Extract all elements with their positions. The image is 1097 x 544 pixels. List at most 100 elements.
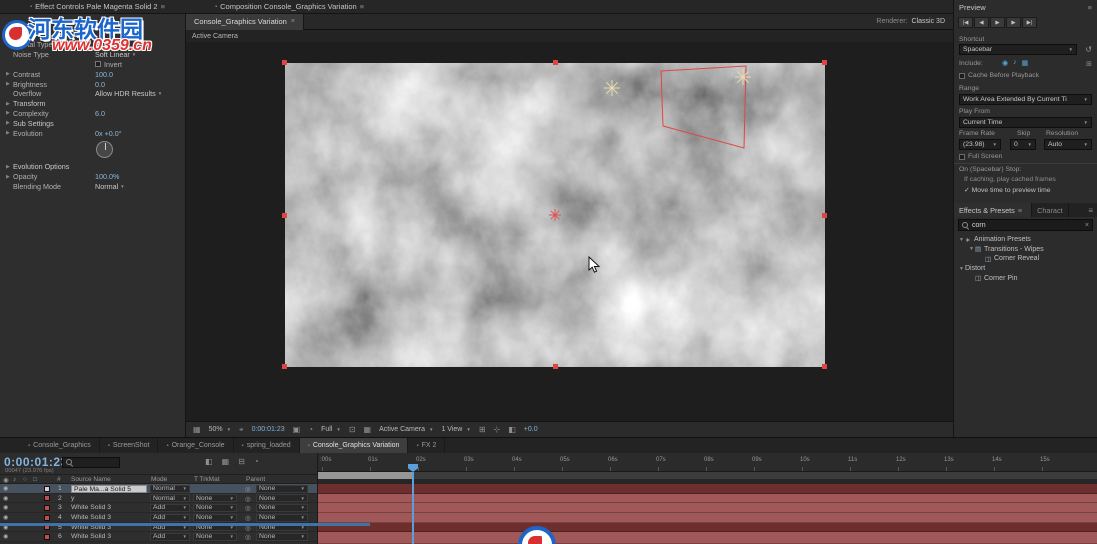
parent-pickwhip-icon[interactable]: ◎ [245,533,251,541]
invert-checkbox[interactable] [95,61,101,67]
turbulent-noise-layer[interactable] [285,63,825,367]
solo-column-icon[interactable]: ○ [23,476,27,483]
composition-viewer[interactable]: Active Camera [186,30,953,421]
current-timecode[interactable]: 0:00:01:23 [4,455,68,469]
twirl-icon[interactable]: ▶ [6,81,13,87]
layer-color-swatch[interactable] [44,505,50,511]
layer-handle-bottom-left[interactable] [282,364,287,369]
composition-panel-tab[interactable]: ▪ Composition Console_Graphics Variation… [215,2,364,11]
effect-property-row[interactable]: Fractal TypeBasic▼ [0,40,185,50]
grid-options-icon[interactable]: ▦ [193,425,201,434]
layer-name[interactable]: y [71,495,147,502]
panel-menu-icon[interactable]: ≡ [1018,206,1026,215]
preset-tree-item[interactable]: ▼▤Transitions - Wipes [954,245,1097,255]
layer-parent-dropdown[interactable]: None▼ [256,514,308,522]
draft-3d-icon[interactable]: ▦ [222,457,230,466]
transparency-grid-icon[interactable]: ▦ [364,425,372,434]
layer-parent-dropdown[interactable]: None▼ [256,504,308,512]
layer-parent-dropdown[interactable]: None▼ [256,533,308,541]
property-value[interactable]: Allow HDR Results [95,89,156,98]
hide-shy-layers-icon[interactable]: ⊟ [238,457,245,466]
twirl-icon[interactable]: ▶ [6,71,13,77]
lock-column-icon[interactable]: □ [33,476,37,483]
property-value[interactable]: 6.0 [95,109,105,118]
horizontal-scrollbar[interactable] [0,523,370,526]
timeline-layer-bar[interactable] [318,494,1097,504]
effects-search-input[interactable] [972,222,1076,229]
layer-row[interactable]: ◉4White Solid 3Add▼None▼◎None▼ [0,513,317,523]
full-screen-checkbox[interactable]: Full Screen [959,153,1002,160]
twirl-icon[interactable]: ▶ [6,164,13,170]
panel-menu-icon[interactable]: ≡ [1088,3,1092,12]
play-from-dropdown[interactable]: Current Time ▼ [959,117,1092,128]
layer-mode-dropdown[interactable]: Normal▼ [150,494,190,502]
eye-icon[interactable]: ◉ [3,533,8,540]
effect-property-row[interactable]: ▶Evolution Options [0,162,185,172]
layer-name[interactable]: Pale Ma...a Solid 5 [71,485,147,493]
video-column-eye-icon[interactable]: ◉ [3,476,9,484]
close-icon[interactable]: × [291,18,295,25]
renderer-control[interactable]: Renderer: Classic 3D [876,18,953,25]
layer-parent-dropdown[interactable]: None▼ [256,485,308,493]
panel-menu-icon[interactable]: ≡ [161,2,165,11]
layer-handle-top-left[interactable] [282,60,287,65]
property-value[interactable]: 100.0 [95,70,113,79]
layer-color-swatch[interactable] [44,495,50,501]
timeline-layer-bar[interactable] [318,484,1097,494]
property-value[interactable]: 100.0% [95,172,119,181]
effect-property-row[interactable]: ▶Opacity100.0% [0,172,185,182]
clear-search-icon[interactable]: × [1085,222,1089,229]
timeline-layer-bar[interactable] [318,532,1097,544]
twirl-icon[interactable]: ▼ [958,237,965,243]
layer-name[interactable]: White Solid 3 [71,504,147,511]
twirl-icon[interactable]: ▶ [6,120,13,126]
fast-previews-icon[interactable]: ⊹ [494,425,501,434]
twirl-icon[interactable]: ▶ [6,110,13,116]
prev-frame-button[interactable]: ◀ [974,17,989,28]
evolution-dial[interactable] [96,141,113,158]
timeline-search-box[interactable] [62,457,120,468]
eye-icon[interactable]: ◉ [3,495,8,502]
frame-blend-icon[interactable]: ◔ [254,457,259,466]
view-layout-dropdown[interactable]: 1 View ▼ [441,426,470,433]
frame-rate-dropdown[interactable]: (23.98) ▼ [959,139,1001,150]
work-area-bar[interactable] [318,472,1097,479]
layer-parent-dropdown[interactable]: None▼ [256,494,308,502]
panel-menu-icon[interactable]: ≡ [360,2,364,11]
layer-name[interactable]: White Solid 3 [71,533,147,540]
layer-row[interactable]: ◉6White Solid 3Add▼None▼◎None▼ [0,532,317,542]
timeline-layer-bar[interactable] [318,523,1097,533]
layer-color-swatch[interactable] [44,515,50,521]
layer-handle-bottom-right[interactable] [822,364,827,369]
comp-tab-screenshot[interactable]: ▪ScreenShot [100,438,159,454]
property-value[interactable]: Basic [95,40,113,49]
magnification-dropdown[interactable]: 50% ▼ [209,426,231,433]
effect-property-row[interactable]: ▶Brightness0.0 [0,79,185,89]
twirl-icon[interactable]: ▶ [6,174,13,180]
timeline-layer-bar[interactable] [318,513,1097,523]
twirl-icon[interactable]: ▶ [6,130,13,136]
effect-property-row[interactable]: ▶Evolution0x +0.0° [0,128,185,138]
play-button[interactable]: ▶ [990,17,1005,28]
exposure-value[interactable]: +0.0 [524,426,538,433]
last-frame-button[interactable]: ▶| [1022,17,1037,28]
resolution-dropdown[interactable]: Full ▼ [321,426,341,433]
property-value[interactable]: 0.0 [95,80,105,89]
timeline-layer-bar[interactable] [318,503,1097,513]
layer-mode-dropdown[interactable]: Normal▼ [150,485,190,493]
effect-controls-panel-tab[interactable]: ▪ Effect Controls Pale Magenta Solid 2 ≡ [30,2,165,11]
layer-handle-mid-right[interactable] [822,213,827,218]
parent-pickwhip-icon[interactable]: ◎ [245,514,251,522]
time-ruler[interactable]: :00s01s02s03s04s05s06s07s08s09s10s11s12s… [318,453,1097,472]
layer-color-swatch[interactable] [44,534,50,540]
panel-menu-icon[interactable]: ≡ [1088,206,1097,215]
eye-icon[interactable]: ◉ [3,514,8,521]
property-value[interactable]: Normal [95,182,118,191]
include-overlays-icon[interactable]: ▦ [1022,59,1029,67]
preset-tree-item[interactable]: ◫Corner Pin [954,273,1097,283]
effects-presets-panel-tab[interactable]: Effects & Presets ≡ [954,203,1032,217]
region-of-interest-icon[interactable]: ⊡ [349,425,356,434]
current-time-indicator[interactable] [412,472,414,544]
effect-property-row[interactable]: Blending ModeNormal▼ [0,182,185,192]
mini-flowchart-icon[interactable]: ◧ [508,425,516,434]
